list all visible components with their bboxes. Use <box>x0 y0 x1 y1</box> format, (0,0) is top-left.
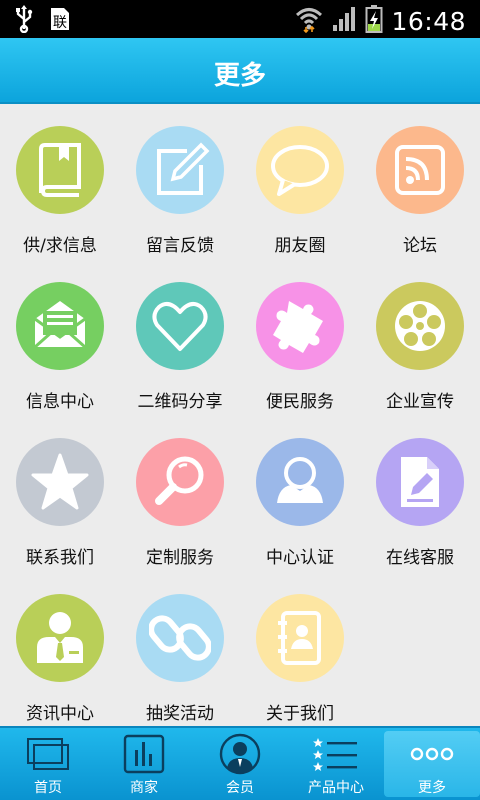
puzzle-icon <box>256 282 344 370</box>
menu-item-lottery[interactable]: 抽奖活动 <box>120 572 240 728</box>
businessman-icon <box>16 594 104 682</box>
nav-member[interactable]: 会员 <box>192 728 288 800</box>
rss-icon <box>376 126 464 214</box>
menu-item-label: 定制服务 <box>146 548 214 568</box>
title-bar: 更多 <box>0 38 480 104</box>
svg-text:联: 联 <box>53 15 67 31</box>
menu-item-label: 企业宣传 <box>386 392 454 412</box>
menu-item-label: 留言反馈 <box>146 236 214 256</box>
user-icon <box>256 438 344 526</box>
star-icon <box>16 438 104 526</box>
menu-item-label: 信息中心 <box>26 392 94 412</box>
menu-item-label: 关于我们 <box>266 704 334 724</box>
menu-item-contact-us[interactable]: 联系我们 <box>0 416 120 572</box>
magnifier-icon <box>136 438 224 526</box>
battery-charging-icon <box>365 4 383 38</box>
heart-icon <box>136 282 224 370</box>
nav-label: 商家 <box>130 780 158 796</box>
menu-item-promotion[interactable]: 企业宣传 <box>360 260 480 416</box>
document-edit-icon <box>376 438 464 526</box>
nav-merchant[interactable]: 商家 <box>96 728 192 800</box>
page-title: 更多 <box>213 61 266 91</box>
menu-item-forum[interactable]: 论坛 <box>360 104 480 260</box>
member-icon <box>219 733 261 775</box>
menu-item-label: 联系我们 <box>26 548 94 568</box>
menu-item-public-service[interactable]: 便民服务 <box>240 260 360 416</box>
mail-icon <box>16 282 104 370</box>
nav-more[interactable]: 更多 <box>384 731 480 797</box>
menu-item-news-center[interactable]: 资讯中心 <box>0 572 120 728</box>
nav-label: 产品中心 <box>308 780 364 796</box>
menu-item-label: 供/求信息 <box>23 236 97 256</box>
film-reel-icon <box>376 282 464 370</box>
nav-label: 会员 <box>226 780 254 796</box>
usb-icon <box>14 5 34 37</box>
menu-item-label: 朋友圈 <box>274 236 326 256</box>
menu-grid: 供/求信息 留言反馈 朋友圈 论坛 信息中心 二维码分享 便民服务 企业宣传 联… <box>0 104 480 726</box>
menu-item-custom-service[interactable]: 定制服务 <box>120 416 240 572</box>
menu-item-label: 便民服务 <box>266 392 334 412</box>
more-dots-icon <box>409 734 455 774</box>
menu-item-online-support[interactable]: 在线客服 <box>360 416 480 572</box>
menu-item-certification[interactable]: 中心认证 <box>240 416 360 572</box>
menu-item-label: 二维码分享 <box>137 392 223 412</box>
chat-bubble-icon <box>256 126 344 214</box>
status-bar: 联 16:48 <box>0 0 480 38</box>
menu-item-message-center[interactable]: 信息中心 <box>0 260 120 416</box>
merchant-chart-icon <box>122 734 166 774</box>
menu-item-about-us[interactable]: 关于我们 <box>240 572 360 728</box>
menu-item-label: 资讯中心 <box>26 704 94 724</box>
menu-item-feedback[interactable]: 留言反馈 <box>120 104 240 260</box>
menu-item-label: 在线客服 <box>386 548 454 568</box>
home-windows-icon <box>26 734 70 774</box>
star-list-icon <box>313 734 359 774</box>
nav-label: 首页 <box>34 780 62 796</box>
edit-icon <box>136 126 224 214</box>
menu-item-supply-demand[interactable]: 供/求信息 <box>0 104 120 260</box>
status-time: 16:48 <box>391 6 466 36</box>
contacts-book-icon <box>256 594 344 682</box>
menu-item-qr-share[interactable]: 二维码分享 <box>120 260 240 416</box>
book-icon <box>16 126 104 214</box>
chain-link-icon <box>136 594 224 682</box>
bottom-nav: 首页 商家 会员 产品中心 更多 <box>0 726 480 800</box>
nav-home[interactable]: 首页 <box>0 728 96 800</box>
menu-item-label: 抽奖活动 <box>146 704 214 724</box>
menu-item-friends[interactable]: 朋友圈 <box>240 104 360 260</box>
menu-item-label: 中心认证 <box>266 548 334 568</box>
menu-item-label: 论坛 <box>403 236 437 256</box>
signal-icon <box>331 5 357 37</box>
sim-icon: 联 <box>48 5 72 37</box>
nav-product-center[interactable]: 产品中心 <box>288 728 384 800</box>
wifi-icon <box>295 5 323 37</box>
nav-label: 更多 <box>418 780 446 796</box>
